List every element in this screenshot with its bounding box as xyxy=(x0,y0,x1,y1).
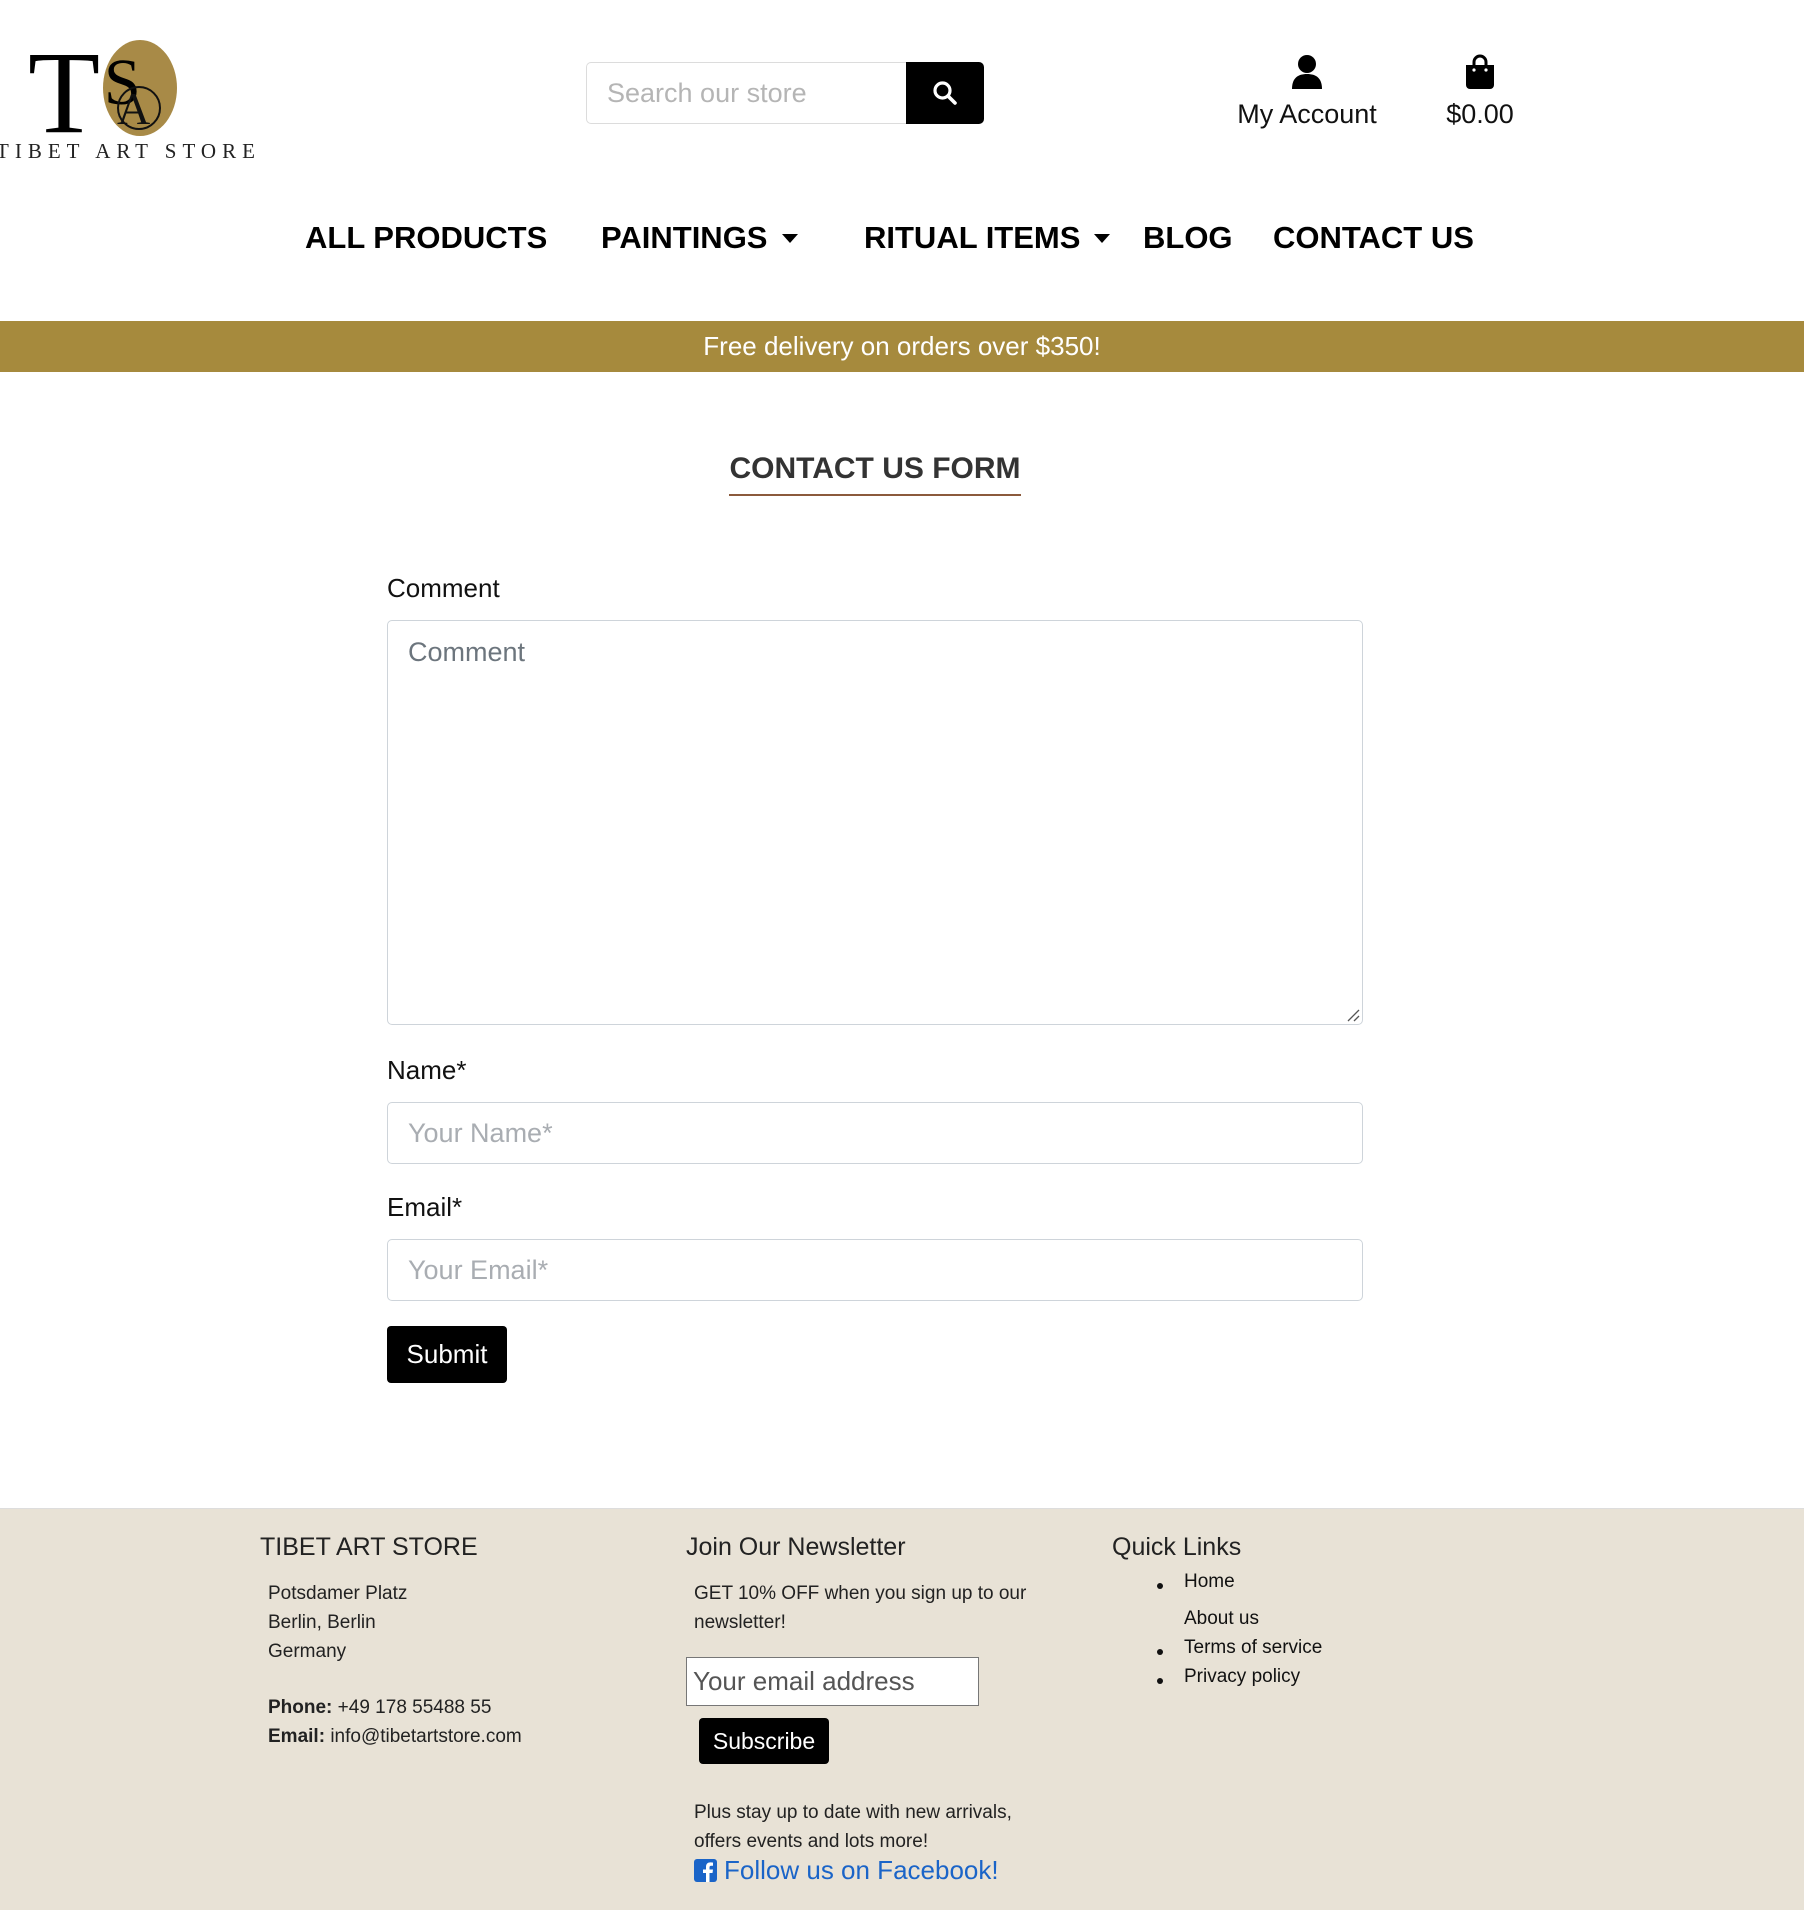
caret-down-icon xyxy=(1094,234,1111,243)
comment-label: Comment xyxy=(387,573,500,603)
search-bar xyxy=(586,62,984,124)
quick-link-home[interactable]: Home xyxy=(1184,1571,1235,1593)
store-logo[interactable]: T S A TIBET ART STORE xyxy=(0,20,270,170)
search-input[interactable] xyxy=(586,62,906,124)
phone-number: +49 178 55488 55 xyxy=(337,1697,492,1718)
phone-label: Phone: xyxy=(268,1697,333,1718)
shopping-cart-link[interactable]: $0.00 xyxy=(1440,54,1520,130)
newsletter-intro-line: newsletter! xyxy=(694,1612,786,1633)
search-button[interactable] xyxy=(906,62,984,124)
nav-contact-us[interactable]: CONTACT US xyxy=(1273,220,1474,256)
address-line: Berlin, Berlin xyxy=(268,1612,376,1633)
nav-paintings-label: PAINTINGS xyxy=(601,220,768,255)
email-label-footer: Email: xyxy=(268,1726,326,1747)
shopping-bag-icon xyxy=(1466,54,1494,89)
svg-text:A: A xyxy=(117,83,150,134)
form-title-wrap: CONTACT US FORM xyxy=(0,452,1750,496)
page-title: CONTACT US FORM xyxy=(729,452,1021,496)
nav-ritual-items-dropdown[interactable]: RITUAL ITEMS xyxy=(864,220,1111,256)
nav-contact-us-label: CONTACT US xyxy=(1273,220,1474,255)
nav-paintings-dropdown[interactable]: PAINTINGS xyxy=(601,220,798,256)
address-line: Potsdamer Platz xyxy=(268,1583,408,1604)
delivery-banner-text: Free delivery on orders over $350! xyxy=(703,331,1101,361)
email-label: Email* xyxy=(387,1192,463,1222)
facebook-square-icon xyxy=(694,1859,717,1882)
nav-all-products-label: ALL PRODUCTS xyxy=(305,220,548,255)
site-footer: TIBET ART STORE Potsdamer Platz Berlin, … xyxy=(0,1508,1804,1910)
contact-email[interactable]: info@tibetartstore.com xyxy=(330,1726,521,1747)
nav-blog-label: BLOG xyxy=(1143,220,1233,255)
nav-all-products[interactable]: ALL PRODUCTS xyxy=(305,220,547,256)
nav-ritual-items-label: RITUAL ITEMS xyxy=(864,220,1081,255)
logo-wordmark: TIBET ART STORE xyxy=(0,139,261,163)
main-navigation: ALL PRODUCTS PAINTINGS RITUAL ITEMS BLOG… xyxy=(0,220,1804,264)
logo-mark: T S A TIBET ART STORE xyxy=(0,27,261,163)
delivery-banner: Free delivery on orders over $350! xyxy=(0,321,1804,372)
my-account-label: My Account xyxy=(1237,99,1377,129)
my-account-link[interactable]: My Account xyxy=(1234,54,1380,130)
submit-button[interactable]: Submit xyxy=(387,1326,507,1383)
list-bullet xyxy=(1157,1583,1163,1589)
footer-store-heading: TIBET ART STORE xyxy=(260,1533,478,1561)
caret-down-icon xyxy=(781,234,798,243)
facebook-link-label: Follow us on Facebook! xyxy=(724,1855,999,1885)
quick-links-heading: Quick Links xyxy=(1112,1533,1242,1561)
footer-address: Potsdamer Platz Berlin, Berlin Germany xyxy=(268,1579,407,1666)
quick-link-privacy-policy[interactable]: Privacy policy xyxy=(1184,1666,1300,1688)
subscribe-button[interactable]: Subscribe xyxy=(699,1718,829,1764)
list-bullet xyxy=(1157,1678,1163,1684)
cart-total: $0.00 xyxy=(1446,99,1514,129)
quick-link-about-us[interactable]: About us xyxy=(1184,1608,1259,1630)
newsletter-outro: Plus stay up to date with new arrivals, … xyxy=(694,1798,1012,1856)
email-field[interactable] xyxy=(387,1239,1363,1301)
list-bullet xyxy=(1157,1649,1163,1655)
newsletter-intro: GET 10% OFF when you sign up to our news… xyxy=(694,1579,1026,1637)
user-icon xyxy=(1292,55,1322,89)
newsletter-intro-line: GET 10% OFF when you sign up to our xyxy=(694,1583,1027,1604)
comment-textarea[interactable] xyxy=(387,620,1363,1025)
search-icon xyxy=(933,81,957,105)
quick-link-terms-of-service[interactable]: Terms of service xyxy=(1184,1637,1322,1659)
name-label: Name* xyxy=(387,1055,467,1085)
nav-blog[interactable]: BLOG xyxy=(1143,220,1233,256)
name-field[interactable] xyxy=(387,1102,1363,1164)
newsletter-heading: Join Our Newsletter xyxy=(686,1533,906,1561)
footer-contact: Phone: +49 178 55488 55 Email: info@tibe… xyxy=(268,1693,522,1751)
newsletter-outro-line: Plus stay up to date with new arrivals, xyxy=(694,1802,1012,1823)
facebook-link[interactable]: Follow us on Facebook! xyxy=(694,1855,999,1886)
address-line: Germany xyxy=(268,1641,347,1662)
newsletter-outro-line: offers events and lots more! xyxy=(694,1831,929,1852)
newsletter-email-input[interactable] xyxy=(686,1657,979,1706)
